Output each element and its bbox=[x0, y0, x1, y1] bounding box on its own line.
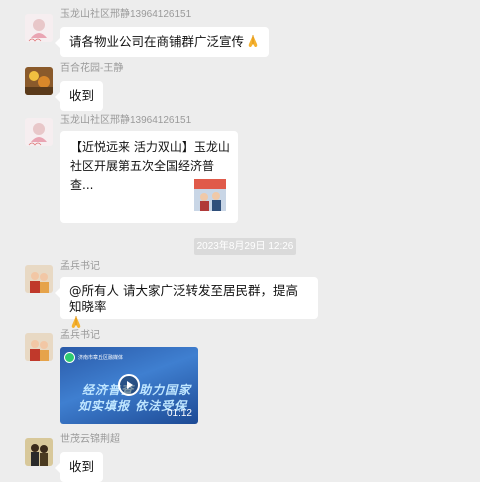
pray-emoji-icon bbox=[71, 316, 81, 328]
sender-name: 玉龙山社区邢静13964126151 bbox=[60, 9, 192, 20]
message-text: @所有人 请大家广泛转发至居民群，提高知晓率 bbox=[69, 283, 298, 314]
sender-name: 百合花园-王静 bbox=[60, 63, 124, 74]
message-text: 请各物业公司在商铺群广泛宣传 bbox=[69, 34, 245, 49]
play-button-icon[interactable] bbox=[118, 374, 140, 396]
message-text: 收到 bbox=[69, 88, 95, 103]
video-message[interactable]: 济南市章丘区融媒体 经济普查 助力国家 如实填报 依法受保 01:12 bbox=[60, 347, 198, 424]
sender-name: 世茂云锦荆超 bbox=[60, 434, 120, 445]
logo-text: 济南市章丘区融媒体 bbox=[78, 355, 124, 361]
avatar[interactable] bbox=[25, 333, 53, 361]
message-text: 收到 bbox=[69, 459, 95, 474]
logo-icon bbox=[64, 352, 75, 363]
avatar[interactable] bbox=[25, 438, 53, 466]
message-bubble[interactable]: 收到 bbox=[54, 81, 104, 111]
avatar[interactable] bbox=[25, 67, 53, 95]
message-bubble[interactable]: 请各物业公司在商铺群广泛宣传 bbox=[54, 27, 270, 57]
avatar[interactable] bbox=[25, 118, 53, 146]
sender-name: 孟兵书记 bbox=[60, 261, 100, 272]
sender-name: 孟兵书记 bbox=[60, 330, 100, 341]
message-bubble[interactable]: @所有人 请大家广泛转发至居民群，提高知晓率 bbox=[55, 277, 318, 328]
card-thumbnail bbox=[194, 179, 226, 211]
video-logo: 济南市章丘区融媒体 bbox=[64, 352, 123, 363]
avatar[interactable] bbox=[25, 265, 53, 293]
pray-emoji-icon bbox=[248, 35, 258, 47]
video-duration: 01:12 bbox=[166, 408, 192, 419]
sender-name: 玉龙山社区邢静13964126151 bbox=[60, 115, 192, 126]
timestamp: 2023年8月29日 12:26 bbox=[194, 238, 296, 255]
avatar[interactable] bbox=[25, 14, 53, 42]
message-bubble[interactable]: 收到 bbox=[54, 452, 104, 482]
